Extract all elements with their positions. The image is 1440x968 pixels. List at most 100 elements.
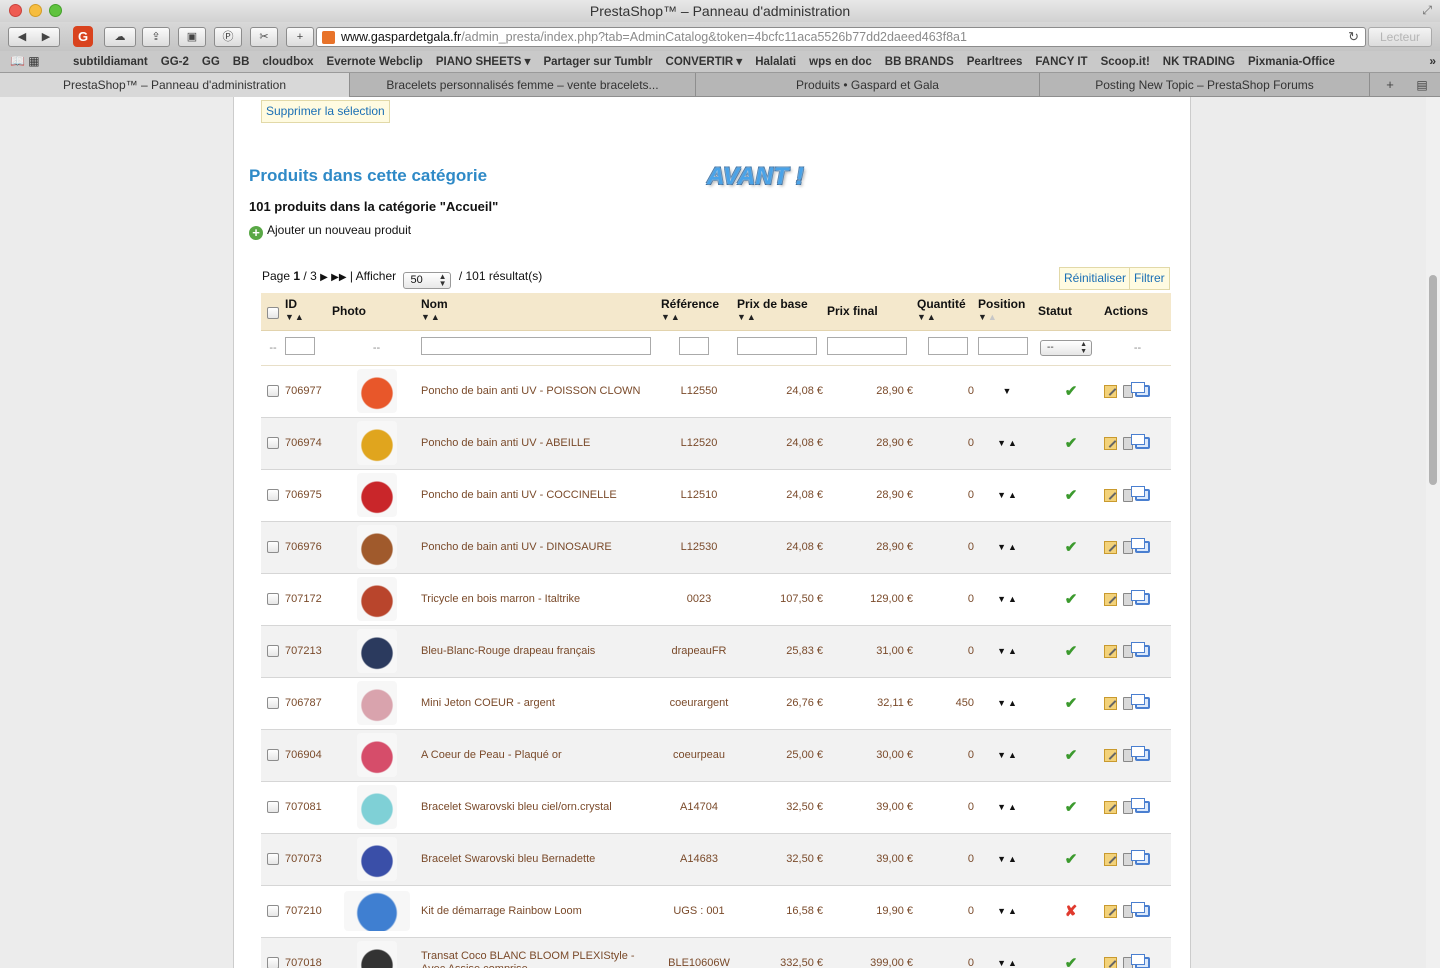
product-name[interactable]: Bleu-Blanc-Rouge drapeau français — [421, 625, 661, 678]
row-checkbox[interactable] — [267, 697, 279, 710]
edit-icon[interactable] — [1104, 696, 1117, 710]
position-arrows-icon[interactable]: ▼▲ — [997, 854, 1019, 864]
table-row[interactable]: 707213 Bleu-Blanc-Rouge drapeau français d… — [261, 625, 1171, 678]
cloud-icon[interactable]: ☁ — [104, 27, 136, 47]
duplicate-icon[interactable] — [1131, 486, 1150, 501]
product-quantity[interactable]: 0 — [917, 833, 978, 886]
duplicate-icon[interactable] — [1131, 590, 1150, 605]
product-thumbnail[interactable] — [356, 525, 397, 569]
product-thumbnail[interactable] — [356, 629, 397, 673]
sort-arrows-icon[interactable]: ▼▲ — [737, 312, 827, 322]
share-icon[interactable]: ⇪ — [142, 27, 170, 47]
row-checkbox[interactable] — [267, 489, 279, 502]
product-id[interactable]: 706904 — [285, 729, 332, 782]
table-row[interactable]: 707081 Bracelet Swarovski bleu ciel/orn.c… — [261, 781, 1171, 834]
status-icon[interactable]: ✔ — [1065, 799, 1078, 816]
table-row[interactable]: 706974 Poncho de bain anti UV - ABEILLE L1… — [261, 417, 1171, 470]
position-arrows-icon[interactable]: ▼▲ — [997, 438, 1019, 448]
duplicate-icon[interactable] — [1131, 746, 1150, 761]
next-page-icon[interactable]: ▶ — [320, 272, 328, 283]
filter-id-input[interactable] — [285, 337, 315, 355]
product-reference[interactable]: coeurpeau — [661, 729, 737, 782]
product-thumbnail[interactable] — [356, 577, 397, 621]
product-base-price[interactable]: 26,76 € — [737, 677, 827, 730]
table-row[interactable]: 706977 Poncho de bain anti UV - POISSON C… — [261, 365, 1171, 418]
product-base-price[interactable]: 24,08 € — [737, 365, 827, 418]
position-arrows-icon[interactable]: ▼▲ — [997, 490, 1019, 500]
status-icon[interactable]: ✔ — [1065, 487, 1078, 504]
edit-icon[interactable] — [1104, 540, 1117, 554]
product-id[interactable]: 706787 — [285, 677, 332, 730]
sort-arrows-icon[interactable]: ▼▲ — [421, 312, 661, 322]
filter-button[interactable]: Filtrer — [1129, 267, 1170, 290]
delete-selection-button[interactable]: Supprimer la sélection — [261, 100, 390, 123]
extension-icon[interactable]: G — [73, 26, 93, 47]
last-page-icon[interactable]: ▶▶ — [331, 272, 346, 283]
product-base-price[interactable]: 16,58 € — [737, 885, 827, 938]
sort-arrows-icon[interactable]: ▼▲ — [661, 312, 737, 322]
bookmark-item[interactable]: cloudbox — [262, 52, 313, 73]
product-reference[interactable]: UGS : 001 — [661, 885, 737, 938]
product-quantity[interactable]: 0 — [917, 625, 978, 678]
product-base-price[interactable]: 107,50 € — [737, 573, 827, 626]
product-final-price[interactable]: 28,90 € — [827, 417, 917, 470]
edit-icon[interactable] — [1104, 904, 1117, 918]
product-id[interactable]: 707073 — [285, 833, 332, 886]
product-final-price[interactable]: 28,90 € — [827, 469, 917, 522]
bookmark-item[interactable]: CONVERTIR ▾ — [666, 52, 743, 73]
bookmark-item[interactable]: subtildiamant — [73, 52, 148, 73]
scrollbar-thumb[interactable] — [1429, 275, 1437, 485]
product-final-price[interactable]: 32,11 € — [827, 677, 917, 730]
product-name[interactable]: Bracelet Swarovski bleu ciel/orn.crystal — [421, 781, 661, 834]
duplicate-icon[interactable] — [1131, 694, 1150, 709]
product-name[interactable]: Tricycle en bois marron - Italtrike — [421, 573, 661, 626]
row-checkbox[interactable] — [267, 801, 279, 814]
product-base-price[interactable]: 32,50 € — [737, 781, 827, 834]
status-icon[interactable]: ✔ — [1065, 747, 1078, 764]
table-row[interactable]: 707018 Transat Coco BLANC BLOOM PLEXIStyl… — [261, 937, 1171, 968]
tab-bracelets[interactable]: Bracelets personnalisés femme – vente br… — [350, 73, 696, 97]
product-id[interactable]: 707018 — [285, 937, 332, 968]
tab-prestashop-admin[interactable]: PrestaShop™ – Panneau d'administration — [0, 73, 350, 97]
position-arrows-icon[interactable]: ▼▲ — [997, 542, 1019, 552]
product-thumbnail[interactable] — [356, 837, 397, 881]
filter-final-price-input[interactable] — [827, 337, 907, 355]
product-final-price[interactable]: 399,00 € — [827, 937, 917, 968]
product-name[interactable]: Bracelet Swarovski bleu Bernadette — [421, 833, 661, 886]
filter-position-input[interactable] — [978, 337, 1028, 355]
duplicate-icon[interactable] — [1131, 434, 1150, 449]
edit-icon[interactable] — [1104, 384, 1117, 398]
status-icon[interactable]: ✔ — [1065, 851, 1078, 868]
product-thumbnail[interactable] — [356, 941, 397, 968]
table-row[interactable]: 707210 Kit de démarrage Rainbow Loom UGS :… — [261, 885, 1171, 938]
product-id[interactable]: 706976 — [285, 521, 332, 574]
edit-icon[interactable] — [1104, 488, 1117, 502]
product-id[interactable]: 706975 — [285, 469, 332, 522]
row-checkbox[interactable] — [267, 853, 279, 866]
product-base-price[interactable]: 24,08 € — [737, 417, 827, 470]
tab-forum-post[interactable]: Posting New Topic – PrestaShop Forums — [1040, 73, 1370, 97]
duplicate-icon[interactable] — [1131, 642, 1150, 657]
bookmark-item[interactable]: Partager sur Tumblr — [543, 52, 652, 73]
sort-arrows-icon[interactable]: ▼▲ — [285, 312, 332, 322]
edit-icon[interactable] — [1104, 644, 1117, 658]
product-final-price[interactable]: 129,00 € — [827, 573, 917, 626]
product-thumbnail[interactable] — [343, 891, 410, 931]
product-reference[interactable]: 0023 — [661, 573, 737, 626]
new-tab-plus-icon[interactable]: + — [286, 27, 314, 47]
evernote-icon[interactable]: ▣ — [178, 27, 206, 47]
fullscreen-icon[interactable]: ⤢ — [1422, 3, 1432, 17]
table-row[interactable]: 706787 Mini Jeton COEUR - argent coeurarge… — [261, 677, 1171, 730]
product-thumbnail[interactable] — [356, 421, 397, 465]
product-reference[interactable]: L12530 — [661, 521, 737, 574]
bookmark-item[interactable]: NK TRADING — [1163, 52, 1235, 73]
edit-icon[interactable] — [1104, 852, 1117, 866]
row-checkbox[interactable] — [267, 645, 279, 658]
reset-button[interactable]: Réinitialiser — [1059, 267, 1132, 290]
product-name[interactable]: Mini Jeton COEUR - argent — [421, 677, 661, 730]
position-arrows-icon[interactable]: ▼▲ — [997, 646, 1019, 656]
row-checkbox[interactable] — [267, 749, 279, 762]
position-arrows-icon[interactable]: ▼▲ — [997, 594, 1019, 604]
position-arrows-icon[interactable]: ▼▲ — [997, 698, 1019, 708]
product-name[interactable]: Poncho de bain anti UV - COCCINELLE — [421, 469, 661, 522]
